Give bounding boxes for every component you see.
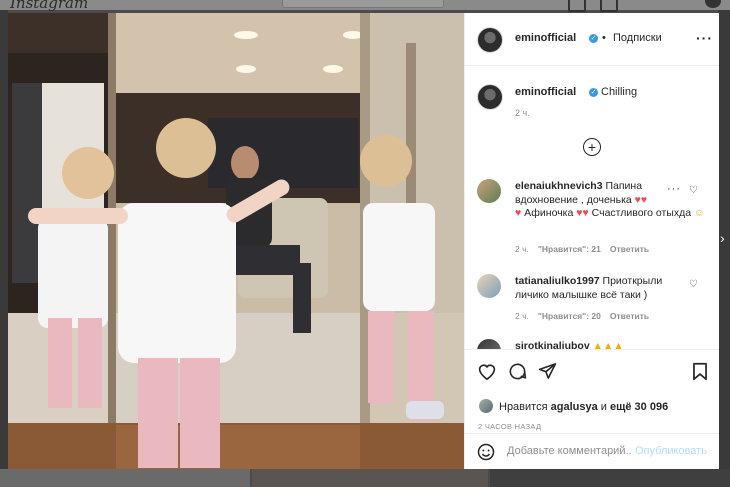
background-thumb[interactable] [490,469,730,487]
home-icon[interactable] [568,0,586,12]
follow-status-button[interactable]: Подписки [613,32,662,44]
heart-emoji-icon: ♥ [515,207,522,219]
emoji-icon[interactable] [477,443,495,461]
heart-icon[interactable] [477,362,497,380]
liker-avatar[interactable] [479,399,493,413]
verified-icon: ✓ [589,34,598,43]
search-input[interactable] [282,0,444,8]
publish-button[interactable]: Опубликовать [635,445,707,457]
likes-suffix: и [600,401,607,413]
reply-button[interactable]: Ответить [610,311,649,321]
background-left [0,10,8,470]
post-actions: Нравится agalusya и ещё 30 096 2 ЧАСОВ Н… [465,349,719,435]
likes-count[interactable]: ещё 30 096 [610,401,668,413]
comment-input[interactable] [507,443,631,459]
likes-prefix: Нравится [499,401,548,413]
comment-text: Счастливого отыхда [591,207,692,219]
author-username[interactable]: eminofficial [515,32,576,44]
comment-like-heart-icon[interactable]: ♡ [689,185,698,196]
separator-dot: • [602,32,606,44]
reply-button[interactable]: Ответить [610,244,649,254]
comment-meta: 2 ч. "Нравится": 20 Ответить [515,311,658,321]
comment-more-icon[interactable]: ··· [667,183,681,195]
smile-emoji-icon: ☺ [694,207,705,219]
direct-icon[interactable] [600,0,618,12]
comment-username[interactable]: tatianaliulko1997 [515,275,600,287]
caption-text: Chilling [601,86,638,98]
comment-likes[interactable]: "Нравится": 20 [538,311,601,321]
background-thumb[interactable] [252,469,488,487]
post-photo[interactable] [8,13,464,469]
load-more-comments-plus-circle-icon[interactable]: + [583,138,601,156]
caption-author-avatar[interactable] [477,84,503,110]
background-header: Instagram [0,0,730,12]
background-thumb[interactable] [0,469,250,487]
post-detail-panel: eminofficial ✓ • Подписки ··· eminoffici… [464,13,719,469]
likes-user[interactable]: agalusya [551,401,598,413]
comment-username[interactable]: elenaiukhnevich3 [515,180,603,192]
comment-time: 2 ч. [515,311,529,321]
photo-illustration [8,13,464,469]
bookmark-icon[interactable] [692,362,708,381]
comment-icon[interactable] [508,362,527,381]
verified-icon: ✓ [589,88,598,97]
comment-avatar[interactable] [477,274,501,298]
instagram-logo: Instagram [10,0,89,12]
comment-time: 2 ч. [515,244,529,254]
comment-likes[interactable]: "Нравится": 21 [538,244,601,254]
comment-avatar[interactable] [477,179,501,203]
profile-avatar-icon[interactable] [705,0,721,8]
comment-meta: 2 ч. "Нравится": 21 Ответить [515,244,658,254]
more-options-icon[interactable]: ··· [696,30,713,46]
comment-like-heart-icon[interactable]: ♡ [689,279,698,290]
hearts-rose-emoji-icon: ♥♥ [576,207,589,219]
post-header: eminofficial ✓ • Подписки ··· [465,13,719,66]
share-icon[interactable] [538,362,557,380]
caption-username[interactable]: eminofficial [515,86,576,98]
comment-text: Афиночка [524,207,574,219]
author-avatar[interactable] [477,27,503,53]
comment-item: tatianaliulko1997 Приоткрыли личико малы… [515,275,687,302]
add-comment-bar: Опубликовать [465,433,719,469]
posted-time[interactable]: 2 ЧАСОВ НАЗАД [478,422,541,431]
next-post-arrow-icon[interactable]: › [720,230,730,246]
caption-time: 2 ч. [515,108,530,118]
heart-emoji-icon: ♥♥ [634,193,648,206]
likes-summary[interactable]: Нравится agalusya и ещё 30 096 [499,401,668,413]
